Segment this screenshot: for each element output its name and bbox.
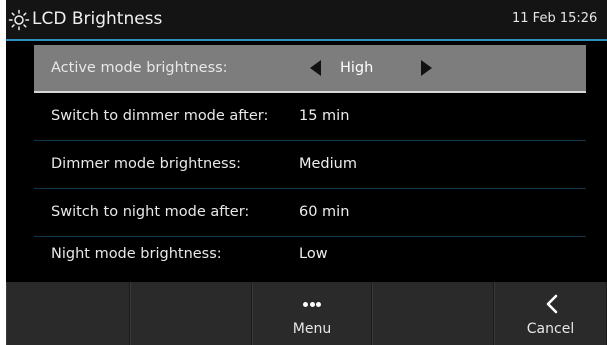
page-title: LCD Brightness [32,9,163,29]
menu-label: Menu [292,321,332,337]
setting-value: Medium [299,156,357,172]
cancel-softkey[interactable]: Cancel [494,282,607,345]
setting-row-night-after[interactable]: Switch to night mode after: 60 min [34,189,586,237]
setting-label: Active mode brightness: [51,60,228,76]
setting-label: Night mode brightness: [51,246,222,262]
sun-icon [8,9,30,31]
setting-row-active-brightness[interactable]: Active mode brightness: High [34,45,586,93]
softkey-1[interactable] [6,282,130,345]
softkey-4[interactable] [372,282,494,345]
more-dots-icon [303,302,321,307]
header-bar: LCD Brightness 11 Feb 15:26 [6,0,607,39]
setting-label: Dimmer mode brightness: [51,156,242,172]
phone-screen: LCD Brightness 11 Feb 15:26 Active mode … [6,0,607,345]
setting-value: High [340,60,374,76]
softkey-2[interactable] [130,282,252,345]
chevron-left-icon [546,294,557,314]
cancel-label: Cancel [526,321,575,337]
setting-row-night-brightness[interactable]: Night mode brightness: Low [34,231,586,278]
arrow-right-icon[interactable] [421,60,432,76]
setting-label: Switch to dimmer mode after: [51,108,269,124]
setting-row-dimmer-brightness[interactable]: Dimmer mode brightness: Medium [34,141,586,189]
arrow-left-icon[interactable] [310,60,321,76]
setting-value: 60 min [299,204,350,220]
softkey-bar: Menu Cancel [6,282,607,345]
date-time: 11 Feb 15:26 [512,11,598,26]
menu-softkey[interactable]: Menu [252,282,372,345]
header-divider [6,39,607,41]
setting-value: Low [299,246,328,262]
setting-row-dimmer-after[interactable]: Switch to dimmer mode after: 15 min [34,93,586,141]
setting-label: Switch to night mode after: [51,204,250,220]
setting-value: 15 min [299,108,350,124]
